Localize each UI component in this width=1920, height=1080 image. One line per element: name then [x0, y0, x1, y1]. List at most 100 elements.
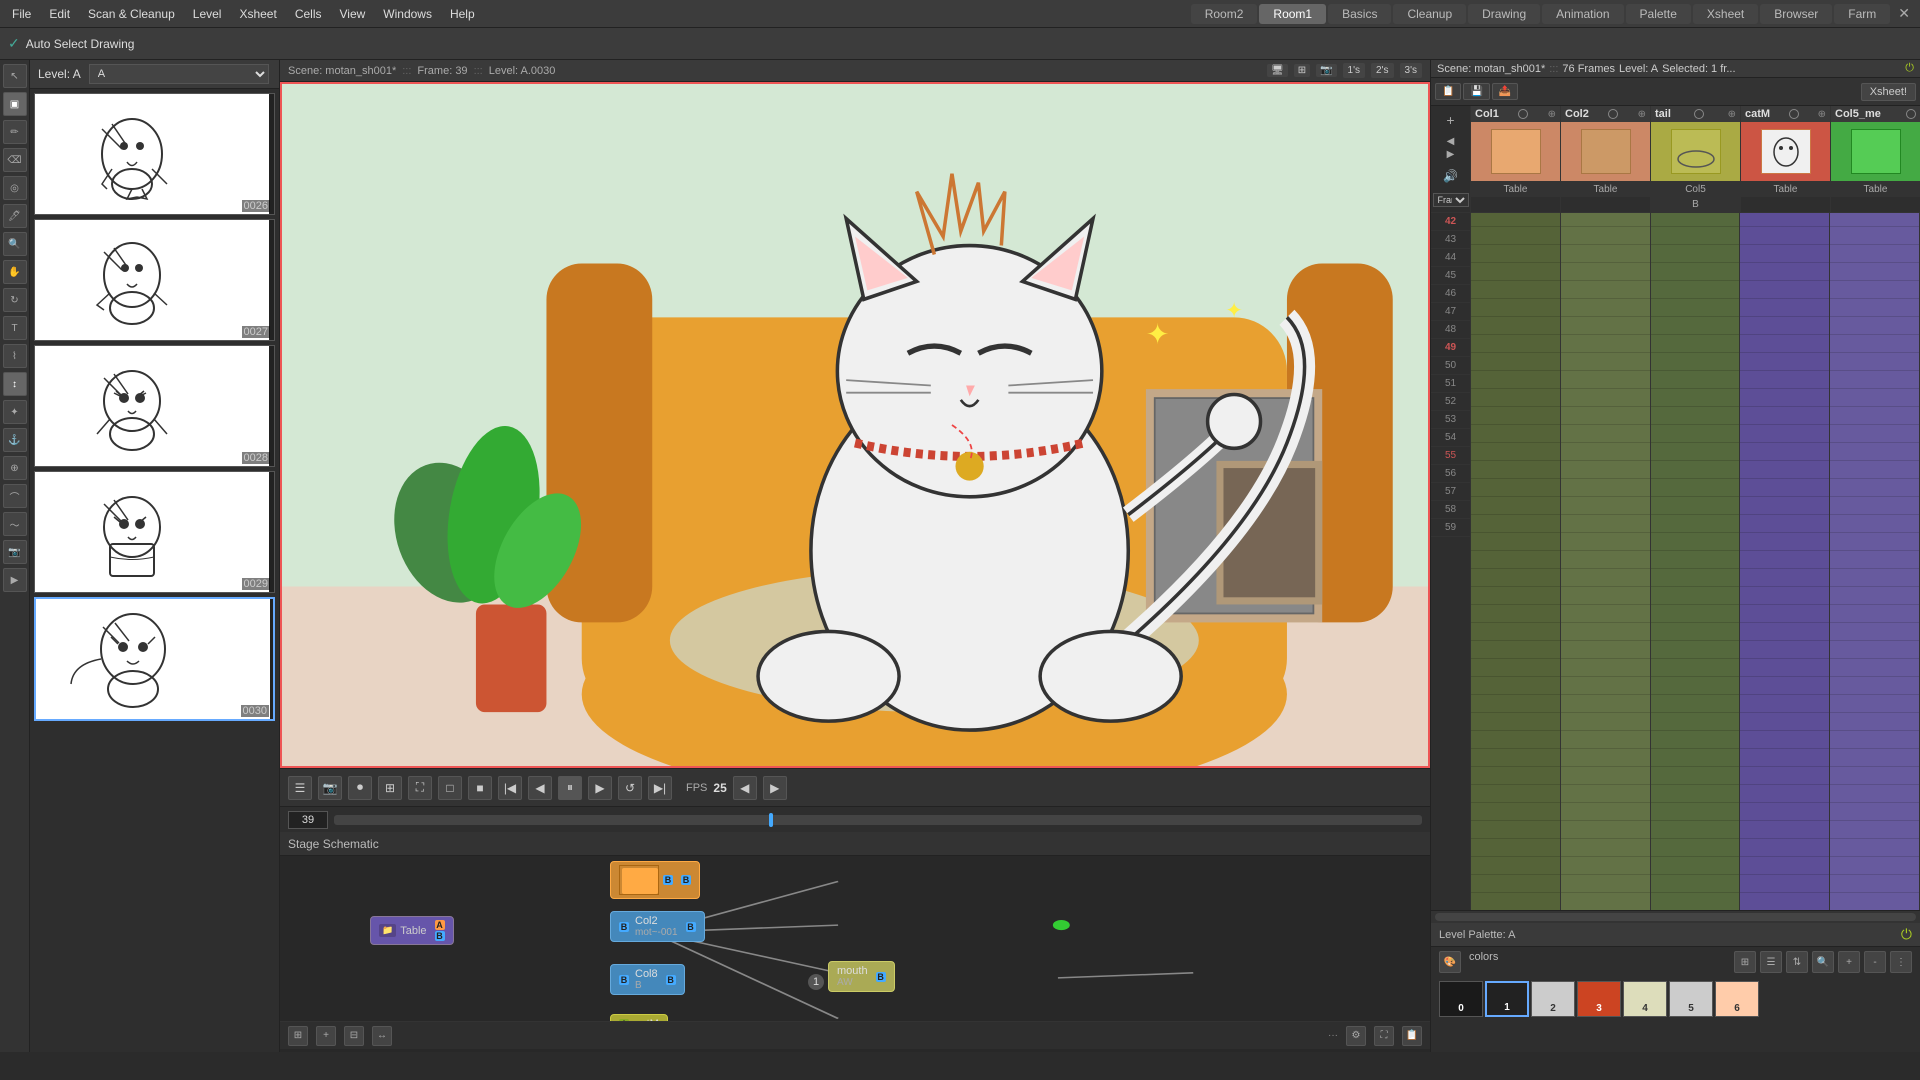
tool-skeleton[interactable]: ✦: [3, 400, 27, 424]
palette-power-icon[interactable]: ⏻: [1901, 926, 1912, 943]
palette-add-btn[interactable]: +: [1838, 951, 1860, 973]
node-mouth-aw[interactable]: mouth AW B: [828, 961, 895, 992]
xsheet-menu[interactable]: Xsheet: [231, 4, 284, 24]
thumbnail-0026[interactable]: 0026: [34, 93, 275, 215]
tab-browser[interactable]: Browser: [1760, 4, 1832, 24]
playback-2s[interactable]: 2's: [1371, 63, 1393, 78]
safe-area-btn[interactable]: □: [438, 776, 462, 800]
edit-menu[interactable]: Edit: [41, 4, 78, 24]
swatch-6[interactable]: 6: [1715, 981, 1759, 1017]
tool-brush[interactable]: ✏: [3, 120, 27, 144]
thumbnail-0029[interactable]: 0029: [34, 471, 275, 593]
xsheet-power-icon[interactable]: ⏻: [1905, 62, 1914, 75]
tool-animate[interactable]: ▶: [3, 568, 27, 592]
loop-btn[interactable]: ↺: [618, 776, 642, 800]
tab-animation[interactable]: Animation: [1542, 4, 1623, 24]
xsheet-hscroll[interactable]: [1435, 913, 1916, 921]
snapshot-btn[interactable]: 📷: [318, 776, 342, 800]
palette-list-btn[interactable]: ☰: [1760, 951, 1782, 973]
node-col2-mot[interactable]: B Col2 mot~-001 B: [610, 911, 705, 942]
node-table[interactable]: 📁 Table A B: [370, 916, 454, 945]
frame-number-input[interactable]: [288, 811, 328, 829]
xsheet-right-arrow[interactable]: ▶: [1447, 149, 1455, 160]
next-frame-btn[interactable]: ▶|: [648, 776, 672, 800]
pause-btn[interactable]: ⏸: [558, 776, 582, 800]
col2-more[interactable]: ⊕: [1638, 109, 1646, 120]
record-btn[interactable]: ⏺: [348, 776, 372, 800]
prev-frame-btn[interactable]: ◀: [528, 776, 552, 800]
view-menu[interactable]: View: [331, 4, 373, 24]
tail-more[interactable]: ⊕: [1728, 109, 1736, 120]
tool-camera[interactable]: 📷: [3, 540, 27, 564]
level-dropdown[interactable]: A: [89, 64, 269, 84]
tool-bender[interactable]: ⌇: [3, 344, 27, 368]
tab-drawing[interactable]: Drawing: [1468, 4, 1540, 24]
schematic-add-btn[interactable]: +: [316, 1026, 336, 1046]
first-frame-btn[interactable]: |◀: [498, 776, 522, 800]
menu-icon[interactable]: ☰: [288, 776, 312, 800]
swatch-3[interactable]: 3: [1577, 981, 1621, 1017]
tool-magnet[interactable]: ⊕: [3, 456, 27, 480]
file-menu[interactable]: File: [4, 4, 39, 24]
schematic-connect-btn[interactable]: ↔: [372, 1026, 392, 1046]
schematic-collapse-btn[interactable]: ⛶: [1374, 1026, 1394, 1046]
tool-fill[interactable]: ◎: [3, 176, 27, 200]
fullscreen-btn[interactable]: ⛶: [408, 776, 432, 800]
thumbnail-0027[interactable]: 0027: [34, 219, 275, 341]
thumbnail-0030[interactable]: 0030: [34, 597, 275, 721]
scene-icon-monitor[interactable]: 🖥: [1267, 64, 1288, 77]
tool-picker[interactable]: 🖊: [3, 204, 27, 228]
catm-more[interactable]: ⊕: [1818, 109, 1826, 120]
tab-basics[interactable]: Basics: [1328, 4, 1391, 24]
sound-icon[interactable]: 🔊: [1443, 169, 1458, 183]
windows-menu[interactable]: Windows: [375, 4, 440, 24]
xsheet-add-col[interactable]: +: [1446, 112, 1454, 128]
schematic-layout-btn[interactable]: ⊟: [344, 1026, 364, 1046]
fps-prev[interactable]: ◀: [733, 776, 757, 800]
tool-warp[interactable]: 〜: [3, 512, 27, 536]
node-orange[interactable]: B B: [610, 861, 700, 899]
palette-more-btn[interactable]: ⋮: [1890, 951, 1912, 973]
scene-icon-camera[interactable]: 📷: [1316, 64, 1336, 77]
frame-mode-select[interactable]: Frame: [1433, 193, 1469, 207]
play-btn[interactable]: ▶: [588, 776, 612, 800]
palette-sort-btn[interactable]: ⇅: [1786, 951, 1808, 973]
swatch-4[interactable]: 4: [1623, 981, 1667, 1017]
node-col8[interactable]: B Col8 B B: [610, 964, 685, 995]
schematic-extra-btn[interactable]: 📋: [1402, 1026, 1422, 1046]
tool-eraser[interactable]: ⌫: [3, 148, 27, 172]
tool-zoom[interactable]: 🔍: [3, 232, 27, 256]
catm-eye[interactable]: [1789, 109, 1799, 119]
zoom-fit-btn[interactable]: ⊞: [378, 776, 402, 800]
col2-eye[interactable]: [1608, 109, 1618, 119]
tab-xsheet[interactable]: Xsheet: [1693, 4, 1758, 24]
tool-hook[interactable]: ⚓: [3, 428, 27, 452]
scene-icon-grid[interactable]: ⊞: [1294, 64, 1310, 77]
xsheet-btn-add[interactable]: 📤: [1492, 83, 1518, 100]
tab-room1[interactable]: Room1: [1259, 4, 1326, 24]
tool-text[interactable]: T: [3, 316, 27, 340]
scan-cleanup-menu[interactable]: Scan & Cleanup: [80, 4, 183, 24]
col5me-eye[interactable]: [1906, 109, 1916, 119]
xsheet-btn-save[interactable]: 💾: [1463, 83, 1489, 100]
tab-palette[interactable]: Palette: [1626, 4, 1691, 24]
timeline-scrubber[interactable]: [334, 815, 1422, 825]
tool-plastic[interactable]: ↕: [3, 372, 27, 396]
palette-minus-btn[interactable]: -: [1864, 951, 1886, 973]
palette-grid-btn[interactable]: ⊞: [1734, 951, 1756, 973]
cells-menu[interactable]: Cells: [287, 4, 330, 24]
tool-pan[interactable]: ✋: [3, 260, 27, 284]
swatch-1[interactable]: 1: [1485, 981, 1529, 1017]
tail-eye[interactable]: [1694, 109, 1704, 119]
swatch-0[interactable]: 0: [1439, 981, 1483, 1017]
thumbnail-0028[interactable]: 0028: [34, 345, 275, 467]
fps-next[interactable]: ▶: [763, 776, 787, 800]
palette-search-btn[interactable]: 🔍: [1812, 951, 1834, 973]
swatch-5[interactable]: 5: [1669, 981, 1713, 1017]
close-icon[interactable]: ✕: [1892, 5, 1916, 22]
tool-select[interactable]: ▣: [3, 92, 27, 116]
col1-eye[interactable]: [1518, 109, 1528, 119]
playback-1s[interactable]: 1's: [1343, 63, 1365, 78]
col1-more[interactable]: ⊕: [1548, 109, 1556, 120]
tab-cleanup[interactable]: Cleanup: [1393, 4, 1466, 24]
